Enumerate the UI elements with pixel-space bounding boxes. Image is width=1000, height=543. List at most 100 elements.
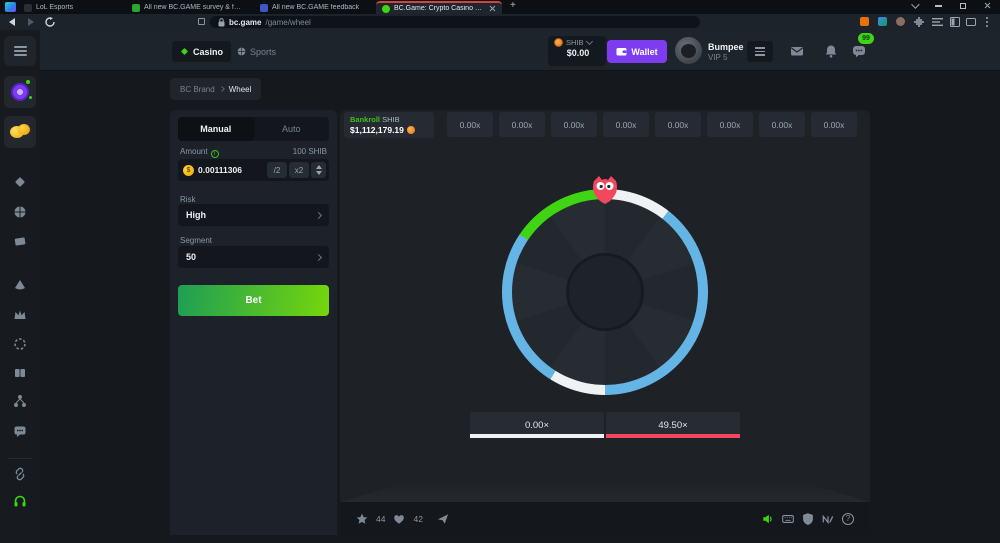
stepper-down-icon[interactable] <box>316 171 322 178</box>
extension-icon[interactable] <box>878 17 887 26</box>
double-bet-button[interactable]: x2 <box>289 162 309 178</box>
info-icon[interactable]: i <box>211 150 219 158</box>
fairness-shield-icon[interactable] <box>802 513 814 525</box>
risk-select[interactable]: High <box>178 204 329 226</box>
sidebar-menu-icon[interactable] <box>4 36 36 66</box>
window-minimize-icon[interactable] <box>935 5 942 7</box>
username: Bumpee <box>708 42 744 52</box>
extension-icon[interactable] <box>896 17 905 26</box>
lottery-icon[interactable] <box>13 337 27 351</box>
coin-icon: $ <box>183 165 194 176</box>
tab-manual[interactable]: Manual <box>178 117 254 141</box>
forum-icon[interactable] <box>13 424 27 438</box>
betslip-icon[interactable] <box>747 41 773 62</box>
breadcrumb-section[interactable]: BC Brand <box>180 85 215 94</box>
hotkeys-keyboard-icon[interactable] <box>782 513 794 525</box>
window-maximize-icon[interactable] <box>960 3 966 9</box>
sports-ball-icon <box>237 47 246 56</box>
tab-close-icon[interactable] <box>489 5 496 12</box>
media-box-icon[interactable] <box>966 17 976 27</box>
playlist-icon[interactable] <box>932 17 943 27</box>
amount-stepper[interactable] <box>311 162 326 178</box>
wallet-label: Wallet <box>631 47 657 57</box>
address-bar[interactable]: bc.game/game/wheel <box>210 16 700 28</box>
browser-tab-survey[interactable]: All new BC.GAME survey & feedback <box>126 1 250 14</box>
result-win-value: 49.50× <box>658 420 687 431</box>
window-chevron-icon[interactable] <box>911 0 919 8</box>
help-icon[interactable]: ? <box>842 513 854 525</box>
tab-favicon <box>382 5 390 13</box>
browser-tab-active[interactable]: BC.Game: Crypto Casino Games & <box>376 1 502 14</box>
multiplier-result[interactable]: 0.00x <box>759 112 805 137</box>
tab-auto[interactable]: Auto <box>254 117 330 141</box>
bankroll-currency: SHIB <box>382 115 400 124</box>
extensions-puzzle-icon[interactable] <box>914 17 924 27</box>
result-multipliers: 0.00× 49.50× <box>470 412 740 438</box>
window-close-icon[interactable] <box>984 2 992 10</box>
back-icon[interactable] <box>9 18 15 26</box>
risk-value: High <box>186 210 206 220</box>
game-panel: Bankroll SHIB $1,112,179.19 0.00x 0.00x … <box>340 110 870 535</box>
spin-bonus-icon[interactable] <box>4 76 36 108</box>
sports-icon[interactable] <box>13 205 27 219</box>
chat-icon[interactable] <box>852 44 866 58</box>
multiplier-result[interactable]: 0.00x <box>707 112 753 137</box>
amount-input[interactable]: $ 0.00111306 /2 x2 <box>178 159 329 181</box>
new-tab-button[interactable]: + <box>510 0 516 11</box>
extension-icon[interactable] <box>860 17 869 26</box>
chevron-down-icon <box>585 38 592 45</box>
bookmark-icon[interactable] <box>198 18 205 25</box>
like-heart-icon[interactable] <box>393 513 405 525</box>
stepper-up-icon[interactable] <box>316 162 322 169</box>
browser-tab-lol[interactable]: LoL Esports <box>18 1 122 14</box>
browser-tab-feedback[interactable]: All new BC.GAME feedback <box>254 1 372 14</box>
half-bet-button[interactable]: /2 <box>267 162 287 178</box>
casino-icon[interactable] <box>13 175 27 189</box>
promotions-icon[interactable] <box>13 366 27 380</box>
currency-selector[interactable]: SHIB $0.00 <box>548 36 606 66</box>
multiplier-result[interactable]: 0.00x <box>499 112 545 137</box>
live-stats-icon[interactable] <box>822 513 834 525</box>
racing-icon[interactable] <box>13 278 27 292</box>
bet-controls-panel: Manual Auto Amounti 100 SHIB $ 0.0011130… <box>170 110 337 535</box>
sidebar <box>0 30 40 543</box>
bet-button[interactable]: Bet <box>178 285 329 316</box>
affiliate-icon[interactable] <box>13 394 27 408</box>
tab-title: All new BC.GAME survey & feedback <box>144 4 244 11</box>
browser-menu-icon[interactable] <box>986 17 988 27</box>
links-icon[interactable] <box>13 467 27 481</box>
segment-select[interactable]: 50 <box>178 246 329 268</box>
multiplier-result[interactable]: 0.00x <box>655 112 701 137</box>
sound-icon[interactable] <box>762 513 774 525</box>
support-headphones-icon[interactable] <box>13 494 27 508</box>
amount-value[interactable]: 0.00111306 <box>198 165 265 175</box>
avatar[interactable] <box>675 37 702 64</box>
multiplier-result[interactable]: 0.00x <box>551 112 597 137</box>
nav-tab-casino[interactable]: Casino <box>172 41 231 62</box>
share-icon[interactable] <box>437 513 449 525</box>
my-bets-icon[interactable] <box>13 234 27 248</box>
multiplier-result[interactable]: 0.00x <box>447 112 493 137</box>
side-panel-icon[interactable] <box>950 17 960 27</box>
reload-icon[interactable] <box>45 17 55 27</box>
wallet-button[interactable]: Wallet <box>607 40 667 63</box>
multiplier-result[interactable]: 0.00x <box>811 112 857 137</box>
forward-icon[interactable] <box>28 18 34 26</box>
gold-coins-icon[interactable] <box>4 116 36 148</box>
recent-multipliers: 0.00x 0.00x 0.00x 0.00x 0.00x 0.00x 0.00… <box>447 112 858 137</box>
result-lose-bar <box>470 434 604 438</box>
multiplier-result[interactable]: 0.00x <box>603 112 649 137</box>
amount-label: Amounti <box>180 147 219 158</box>
wheel-hub <box>566 253 644 331</box>
game-footer: 44 42 ? <box>340 502 870 535</box>
mail-icon[interactable] <box>790 44 804 58</box>
favorite-star-icon[interactable] <box>356 513 368 525</box>
bell-icon[interactable] <box>824 44 838 58</box>
bet-mode-tabs: Manual Auto <box>178 117 329 141</box>
window-controls <box>911 2 992 10</box>
vip-club-icon[interactable] <box>13 308 27 322</box>
chevron-right-icon <box>315 253 322 260</box>
nav-tab-sports[interactable]: Sports <box>237 41 276 62</box>
browser-logo-icon[interactable] <box>5 2 16 12</box>
tab-favicon <box>132 4 140 12</box>
